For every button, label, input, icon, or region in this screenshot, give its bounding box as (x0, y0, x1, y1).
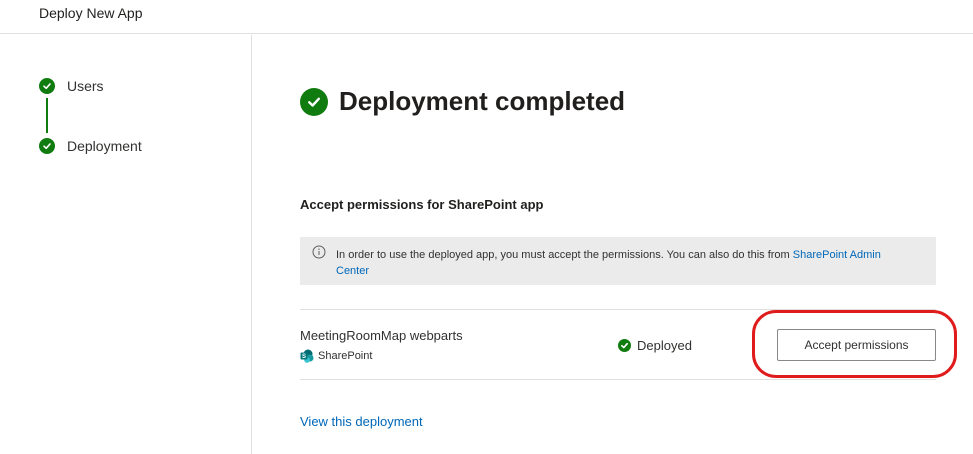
divider (300, 379, 936, 380)
checkmark-circle-icon (300, 87, 328, 116)
info-icon (312, 245, 326, 259)
title-row: Deployment completed (300, 86, 625, 117)
checkmark-circle-icon (618, 339, 631, 352)
step-label: Users (67, 78, 104, 94)
status-indicator: Deployed (618, 338, 692, 353)
page-header-title: Deploy New App (39, 5, 143, 21)
app-source: S SharePoint (300, 349, 372, 363)
view-deployment-link[interactable]: View this deployment (300, 414, 423, 429)
highlight-annotation (752, 310, 957, 378)
info-message-bar: In order to use the deployed app, you mu… (300, 237, 936, 285)
sharepoint-icon: S (300, 349, 314, 363)
step-label: Deployment (67, 138, 142, 154)
step-connector (46, 98, 48, 133)
info-text: In order to use the deployed app, you mu… (336, 247, 916, 279)
checkmark-circle-icon (39, 138, 55, 154)
stepper: Users Deployment (0, 35, 252, 454)
app-name: MeetingRoomMap webparts (300, 328, 463, 343)
app-source-label: SharePoint (318, 350, 373, 362)
info-message: In order to use the deployed app, you mu… (336, 249, 793, 261)
step-deployment[interactable]: Deployment (39, 137, 142, 155)
status-label: Deployed (637, 338, 692, 353)
step-users[interactable]: Users (39, 77, 104, 95)
page-title: Deployment completed (339, 86, 626, 116)
checkmark-circle-icon (39, 78, 55, 94)
main-content: Deployment completed Accept permissions … (300, 0, 960, 454)
section-title: Accept permissions for SharePoint app (300, 197, 544, 212)
svg-text:S: S (302, 354, 306, 360)
